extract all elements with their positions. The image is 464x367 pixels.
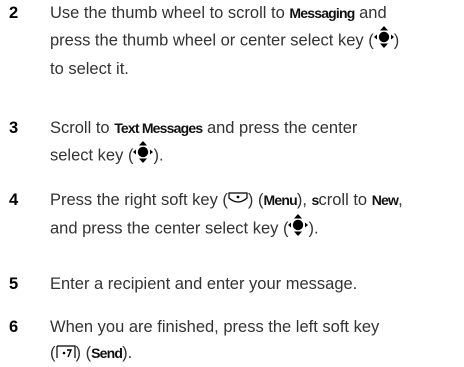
- step-number: 5: [9, 275, 19, 293]
- step-line: Enter a recipient and enter your message…: [50, 275, 358, 293]
- step-line: to select it.: [50, 60, 129, 78]
- menu-item-name: Send: [91, 345, 123, 361]
- step-number: 6: [9, 318, 19, 336]
- step-number: 4: [9, 191, 19, 209]
- step-line: and press the center select key ().: [50, 213, 464, 244]
- step-line: When you are finished, press the left so…: [50, 318, 380, 336]
- step-line: select key ().: [50, 141, 464, 171]
- menu-item-name: Messaging: [289, 5, 355, 21]
- left-soft-key-icon: [55, 341, 76, 367]
- menu-item-name: New: [371, 192, 399, 208]
- step-text: Scroll to Text Messages and press the ce…: [50, 115, 464, 171]
- step-text: Use the thumb wheel to scroll to Messagi…: [50, 0, 464, 82]
- center-select-key-icon: [133, 141, 154, 171]
- step-line: Use the thumb wheel to scroll to Messagi…: [50, 4, 387, 22]
- menu-item-name: Menu: [263, 192, 297, 208]
- step-text: When you are finished, press the left so…: [50, 314, 464, 367]
- step-text: Enter a recipient and enter your message…: [50, 271, 464, 297]
- center-select-key-icon: [288, 213, 309, 244]
- step-line: press the thumb wheel or center select k…: [50, 26, 464, 56]
- menu-item-name: Text Messages: [114, 120, 203, 136]
- step-text: Press the right soft key () (Menu), scro…: [50, 187, 464, 244]
- step-line: Scroll to Text Messages and press the ce…: [50, 119, 358, 137]
- step-line: () (Send).: [50, 340, 464, 367]
- menu-item-name: s: [311, 192, 320, 208]
- step-number: 2: [9, 4, 19, 22]
- step-line: Press the right soft key () (Menu), scro…: [50, 187, 464, 214]
- right-soft-key-icon: [228, 188, 248, 214]
- center-select-key-icon: [373, 26, 394, 56]
- step-number: 3: [9, 119, 19, 137]
